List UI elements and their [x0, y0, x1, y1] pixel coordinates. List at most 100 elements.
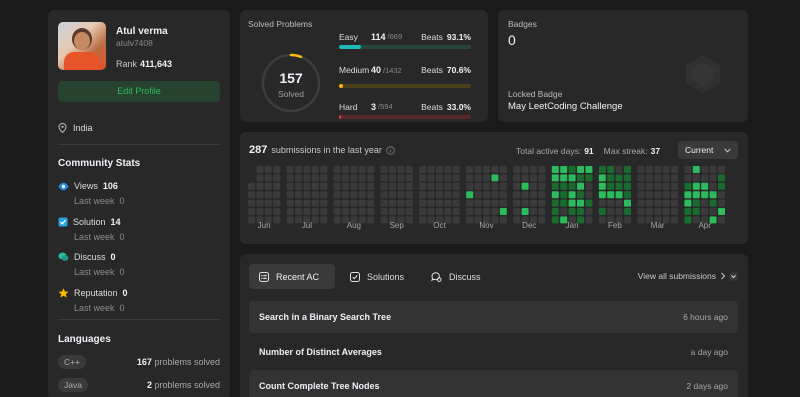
heatmap-cell[interactable] — [248, 208, 255, 215]
heatmap-cell[interactable] — [256, 166, 264, 173]
heatmap-cell[interactable] — [513, 208, 521, 215]
heatmap-cell[interactable] — [538, 182, 546, 190]
heatmap-cell[interactable] — [452, 166, 460, 173]
heatmap-cell[interactable] — [444, 182, 452, 190]
heatmap-cell[interactable] — [367, 191, 375, 199]
heatmap-cell[interactable] — [662, 174, 670, 182]
heatmap-cell[interactable] — [577, 182, 584, 190]
heatmap-cell[interactable] — [474, 182, 482, 190]
heatmap-cell[interactable] — [585, 174, 593, 182]
info-icon[interactable] — [386, 145, 395, 155]
heatmap-cell[interactable] — [264, 174, 272, 182]
heatmap-cell[interactable] — [474, 174, 482, 182]
heatmap-cell[interactable] — [303, 174, 311, 182]
heatmap-cell[interactable] — [551, 191, 559, 199]
heatmap-cell[interactable] — [521, 174, 529, 182]
heatmap-cell[interactable] — [637, 191, 645, 199]
heatmap-cell[interactable] — [684, 166, 692, 173]
heatmap-cell[interactable] — [311, 191, 319, 199]
heatmap-cell[interactable] — [662, 191, 670, 199]
heatmap-cell[interactable] — [397, 166, 405, 173]
heatmap-cell[interactable] — [380, 174, 388, 182]
heatmap-cell[interactable] — [530, 174, 537, 182]
heatmap-cell[interactable] — [303, 208, 311, 215]
heatmap-cell[interactable] — [624, 166, 631, 173]
heatmap-cell[interactable] — [538, 174, 546, 182]
heatmap-cell[interactable] — [671, 191, 678, 199]
heatmap-cell[interactable] — [615, 174, 623, 182]
heatmap-cell[interactable] — [320, 166, 328, 173]
heatmap-cell[interactable] — [718, 166, 725, 173]
heatmap-cell[interactable] — [560, 166, 568, 173]
heatmap-cell[interactable] — [598, 199, 606, 207]
heatmap-cell[interactable] — [295, 166, 302, 173]
edit-profile-button[interactable]: Edit Profile — [58, 81, 220, 102]
heatmap-cell[interactable] — [654, 191, 662, 199]
heatmap-cell[interactable] — [615, 182, 623, 190]
heatmap-cell[interactable] — [718, 174, 725, 182]
heatmap-cell[interactable] — [624, 174, 631, 182]
heatmap-cell[interactable] — [295, 191, 302, 199]
heatmap-cell[interactable] — [397, 208, 405, 215]
tab-recent-ac[interactable]: Recent AC — [249, 264, 335, 289]
heatmap-cell[interactable] — [419, 174, 427, 182]
heatmap-cell[interactable] — [436, 199, 443, 207]
heatmap-cell[interactable] — [671, 199, 678, 207]
heatmap-cell[interactable] — [538, 166, 546, 173]
heatmap-cell[interactable] — [709, 199, 717, 207]
heatmap-cell[interactable] — [358, 191, 366, 199]
heatmap-cell[interactable] — [607, 208, 615, 215]
heatmap-cell[interactable] — [483, 191, 490, 199]
heatmap-cell[interactable] — [350, 208, 358, 215]
heatmap-cell[interactable] — [521, 199, 529, 207]
heatmap-cell[interactable] — [530, 191, 537, 199]
heatmap-cell[interactable] — [645, 208, 653, 215]
heatmap-cell[interactable] — [286, 191, 294, 199]
heatmap-cell[interactable] — [389, 191, 396, 199]
heatmap-cell[interactable] — [568, 166, 576, 173]
heatmap-cell[interactable] — [709, 174, 717, 182]
heatmap-cell[interactable] — [607, 191, 615, 199]
heatmap-cell[interactable] — [598, 166, 606, 173]
heatmap-cell[interactable] — [654, 208, 662, 215]
heatmap-cell[interactable] — [389, 199, 396, 207]
heatmap-cell[interactable] — [701, 182, 709, 190]
heatmap-cell[interactable] — [405, 182, 413, 190]
heatmap-cell[interactable] — [358, 182, 366, 190]
heatmap-cell[interactable] — [444, 199, 452, 207]
heatmap-cell[interactable] — [397, 182, 405, 190]
heatmap-cell[interactable] — [560, 182, 568, 190]
heatmap-cell[interactable] — [256, 199, 264, 207]
heatmap-cell[interactable] — [405, 199, 413, 207]
heatmap-cell[interactable] — [692, 199, 700, 207]
heatmap-cell[interactable] — [654, 199, 662, 207]
heatmap-cell[interactable] — [397, 174, 405, 182]
heatmap-cell[interactable] — [491, 191, 499, 199]
heatmap-cell[interactable] — [342, 199, 349, 207]
heatmap-cell[interactable] — [568, 191, 576, 199]
heatmap-cell[interactable] — [264, 166, 272, 173]
heatmap-cell[interactable] — [607, 199, 615, 207]
heatmap-cell[interactable] — [607, 182, 615, 190]
heatmap-cell[interactable] — [436, 166, 443, 173]
heatmap-cell[interactable] — [538, 191, 546, 199]
heatmap-cell[interactable] — [491, 208, 499, 215]
heatmap-cell[interactable] — [419, 182, 427, 190]
heatmap-cell[interactable] — [491, 174, 499, 182]
heatmap-cell[interactable] — [718, 199, 725, 207]
heatmap-cell[interactable] — [427, 174, 435, 182]
heatmap-cell[interactable] — [264, 208, 272, 215]
heatmap-cell[interactable] — [513, 174, 521, 182]
heatmap-cell[interactable] — [380, 166, 388, 173]
heatmap-cell[interactable] — [560, 208, 568, 215]
heatmap-cell[interactable] — [367, 182, 375, 190]
scroll-indicator-icon[interactable] — [729, 272, 738, 281]
heatmap-cell[interactable] — [718, 208, 725, 215]
heatmap-cell[interactable] — [491, 199, 499, 207]
heatmap-cell[interactable] — [598, 208, 606, 215]
heatmap-cell[interactable] — [273, 174, 281, 182]
heatmap-cell[interactable] — [499, 166, 507, 173]
heatmap-cell[interactable] — [474, 208, 482, 215]
heatmap-cell[interactable] — [654, 182, 662, 190]
recent-submission-row[interactable]: Number of Distinct Averages a day ago — [249, 336, 738, 368]
